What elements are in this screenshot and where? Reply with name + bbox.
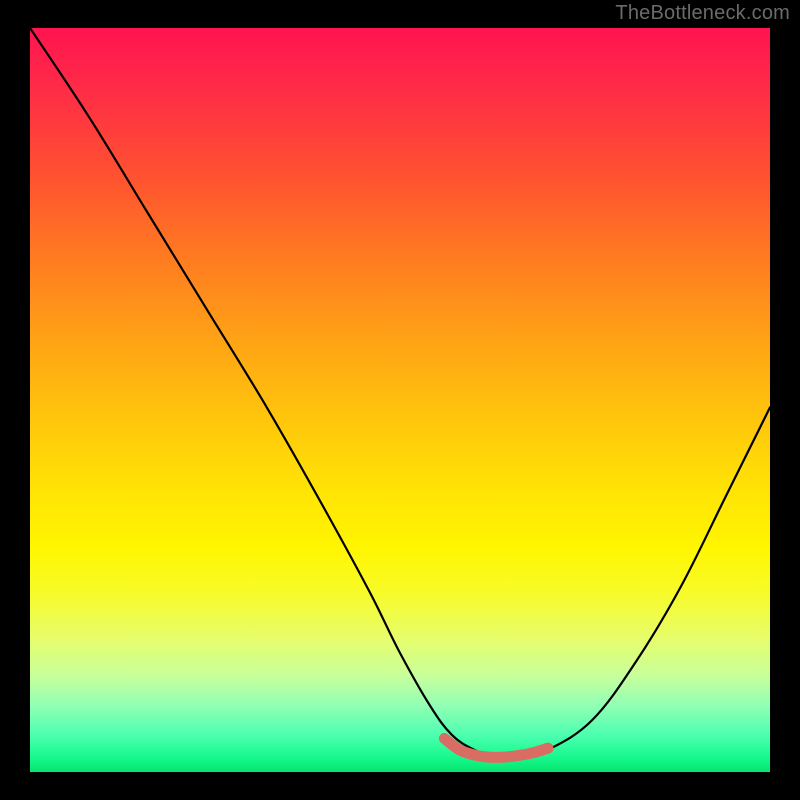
curve-layer <box>30 28 770 772</box>
chart-frame: TheBottleneck.com <box>0 0 800 800</box>
bottleneck-curve <box>30 28 770 758</box>
watermark-text: TheBottleneck.com <box>615 2 790 25</box>
plot-area <box>30 28 770 772</box>
